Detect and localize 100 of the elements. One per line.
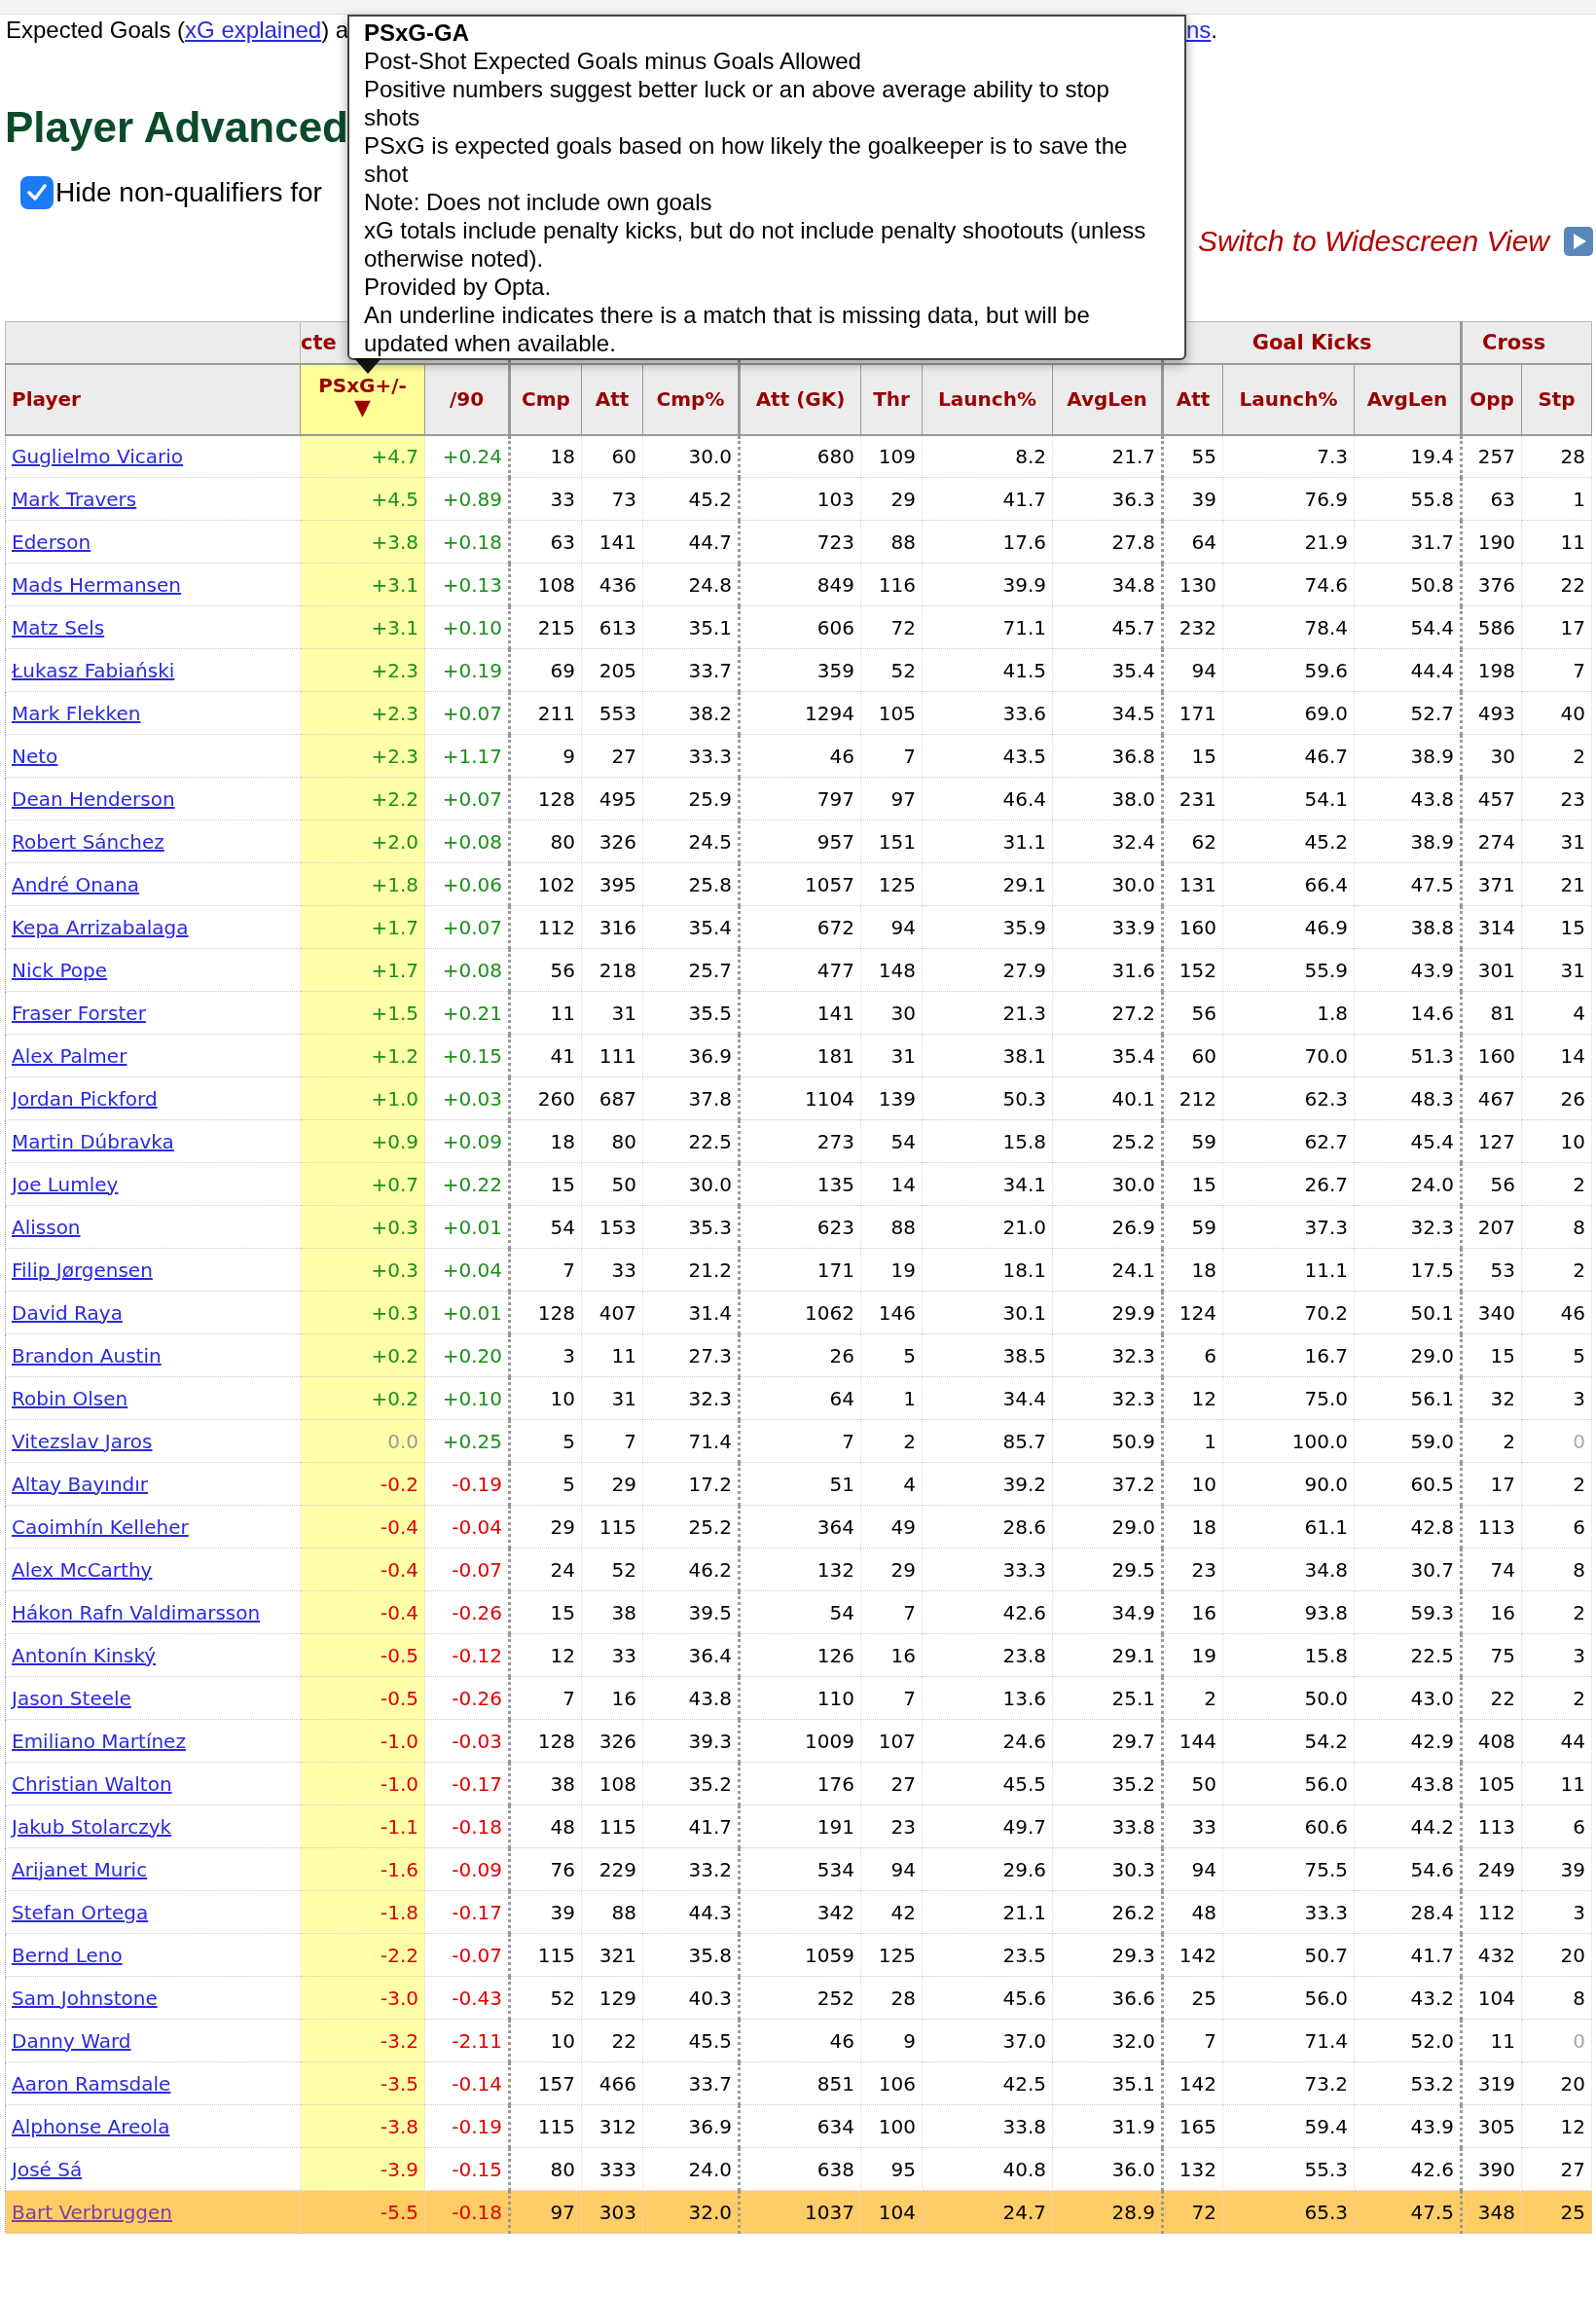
- table-cell: 78.4: [1222, 605, 1355, 649]
- tooltip-text: Note: Does not include own goals: [364, 188, 713, 216]
- table-cell: 115: [509, 1933, 582, 1977]
- player-link[interactable]: Hákon Rafn Valdimarsson: [12, 1600, 261, 1624]
- table-cell: 33: [581, 1633, 643, 1677]
- player-link[interactable]: Ederson: [12, 529, 91, 554]
- table-cell: 312: [581, 2104, 643, 2148]
- column-header[interactable]: AvgLen: [1354, 363, 1462, 435]
- player-link[interactable]: Jakub Stolarczyk: [12, 1814, 172, 1839]
- table-cell: 75: [1461, 1633, 1522, 1677]
- table-cell: 3: [1521, 1890, 1592, 1934]
- player-link[interactable]: Caoimhín Kelleher: [12, 1514, 189, 1539]
- player-link[interactable]: Aaron Ramsdale: [12, 2071, 171, 2096]
- player-link[interactable]: Mads Hermansen: [12, 572, 181, 597]
- table-cell: 33: [1162, 1805, 1223, 1848]
- player-link[interactable]: Alex McCarthy: [12, 1557, 153, 1582]
- checkbox[interactable]: [20, 176, 54, 209]
- table-cell: 125: [860, 1933, 923, 1977]
- player-link[interactable]: Martin Dúbravka: [12, 1129, 174, 1153]
- player-link[interactable]: Robert Sánchez: [12, 829, 164, 854]
- table-cell: 93.8: [1222, 1590, 1355, 1634]
- table-cell: 48: [1162, 1890, 1223, 1934]
- player-link[interactable]: Matz Sels: [12, 615, 105, 639]
- tooltip-text: xG totals include penalty kicks, but do not include penalty shootouts (unless otherwise noted).: [364, 216, 1147, 273]
- player-link[interactable]: José Sá: [12, 2157, 83, 2181]
- player-link[interactable]: Arijanet Muric: [12, 1857, 148, 1881]
- table-cell: 30: [860, 991, 923, 1035]
- player-link[interactable]: André Onana: [12, 872, 140, 896]
- table-cell: 1294: [739, 691, 861, 735]
- column-header[interactable]: Launch%: [922, 363, 1053, 435]
- xg-explained-link[interactable]: xG explained: [185, 17, 322, 43]
- player-link[interactable]: David Raya: [12, 1300, 123, 1325]
- player-link[interactable]: Alex Palmer: [12, 1043, 127, 1068]
- play-icon[interactable]: [1563, 225, 1594, 257]
- player-link[interactable]: Altay Bayındır: [12, 1472, 149, 1496]
- player-link[interactable]: Robin Olsen: [12, 1386, 128, 1410]
- table-cell: 38: [509, 1762, 582, 1805]
- table-cell: 15: [1162, 734, 1223, 778]
- table-cell: 7: [860, 1676, 923, 1720]
- player-link[interactable]: Emiliano Martínez: [12, 1729, 186, 1753]
- player-link[interactable]: Joe Lumley: [12, 1172, 119, 1196]
- table-cell: +3.1: [300, 605, 425, 649]
- table-cell: 340: [1461, 1291, 1522, 1334]
- intro-link[interactable]: ns: [1186, 17, 1212, 43]
- column-header[interactable]: Cmp: [509, 363, 582, 435]
- player-link[interactable]: Brandon Austin: [12, 1343, 162, 1367]
- table-cell: 5: [860, 1333, 923, 1377]
- column-header[interactable]: Att (GK): [739, 363, 861, 435]
- table-cell: 39: [1521, 1847, 1592, 1891]
- column-header[interactable]: Opp: [1461, 363, 1522, 435]
- player-link[interactable]: Filip Jørgensen: [12, 1258, 153, 1282]
- player-link[interactable]: Neto: [12, 744, 58, 768]
- player-link[interactable]: Mark Travers: [12, 487, 137, 511]
- tooltip-text: Positive numbers suggest better luck or an above average ability to stop shots: [364, 75, 1110, 131]
- table-cell: 7: [860, 1590, 923, 1634]
- column-header[interactable]: Stp: [1521, 363, 1592, 435]
- player-link[interactable]: Łukasz Fabiański: [12, 658, 175, 682]
- player-link[interactable]: Fraser Forster: [12, 1001, 146, 1025]
- player-link[interactable]: Sam Johnstone: [12, 1986, 158, 2010]
- player-link[interactable]: Stefan Ortega: [12, 1900, 149, 1924]
- table-cell: 24.7: [922, 2190, 1053, 2234]
- table-cell: 3: [1521, 1633, 1592, 1677]
- player-link[interactable]: Dean Henderson: [12, 786, 175, 811]
- table-cell: 113: [1461, 1505, 1522, 1549]
- player-link[interactable]: Kepa Arrizabalaga: [12, 915, 189, 939]
- column-header[interactable]: Att: [581, 363, 643, 435]
- widescreen-link[interactable]: Switch to Widescreen View: [1198, 219, 1549, 263]
- table-cell: -2.2: [300, 1933, 425, 1977]
- table-cell: 21.3: [922, 991, 1053, 1035]
- player-link[interactable]: Jason Steele: [12, 1686, 131, 1710]
- player-link[interactable]: Vitezslav Jaros: [12, 1429, 153, 1453]
- table-cell: 31: [1521, 948, 1592, 992]
- column-header[interactable]: Thr: [860, 363, 923, 435]
- player-link[interactable]: Alphonse Areola: [12, 2114, 170, 2138]
- column-header[interactable]: Launch%: [1222, 363, 1355, 435]
- table-cell: 131: [1162, 862, 1223, 906]
- table-cell: +1.0: [300, 1076, 425, 1120]
- column-header[interactable]: AvgLen: [1052, 363, 1163, 435]
- table-cell: 49.7: [922, 1805, 1053, 1848]
- column-header[interactable]: Att: [1162, 363, 1223, 435]
- player-link[interactable]: Mark Flekken: [12, 701, 141, 725]
- player-link[interactable]: Danny Ward: [12, 2028, 131, 2053]
- table-cell: 305: [1461, 2104, 1522, 2148]
- column-header[interactable]: Cmp%: [642, 363, 740, 435]
- player-link[interactable]: Nick Pope: [12, 958, 108, 982]
- player-link[interactable]: Bernd Leno: [12, 1943, 123, 1967]
- table-cell: 157: [509, 2061, 582, 2105]
- player-link[interactable]: Guglielmo Vicario: [12, 444, 183, 468]
- player-link[interactable]: Christian Walton: [12, 1771, 172, 1796]
- column-header[interactable]: Player: [5, 363, 301, 435]
- player-link[interactable]: Alisson: [12, 1215, 81, 1239]
- player-link[interactable]: Bart Verbruggen: [12, 2200, 173, 2224]
- table-cell: 5: [1521, 1333, 1592, 1377]
- table-cell: 62: [1162, 820, 1223, 863]
- player-link[interactable]: Jordan Pickford: [12, 1086, 158, 1111]
- column-header[interactable]: /90: [424, 363, 510, 435]
- player-link[interactable]: Antonín Kinský: [12, 1643, 157, 1667]
- table-cell: 11: [1521, 520, 1592, 564]
- table-cell: -1.8: [300, 1890, 425, 1934]
- column-header[interactable]: PSxG+/- ▼: [300, 363, 425, 435]
